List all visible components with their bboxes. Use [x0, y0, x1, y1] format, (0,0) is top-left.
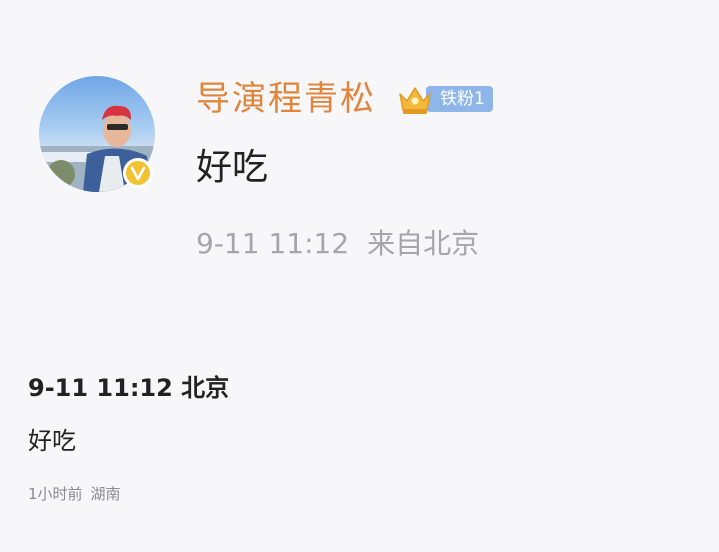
post-time: 9-11 11:12: [196, 227, 350, 260]
user-avatar[interactable]: [39, 76, 155, 192]
record-meta: 1小时前 湖南: [28, 482, 121, 506]
verified-v-icon: [130, 166, 146, 181]
verified-badge: [123, 158, 153, 188]
post-text: 好吃: [196, 147, 269, 188]
record-location: 北京: [181, 374, 230, 402]
record-text: 好吃: [28, 427, 76, 455]
post-meta: 9-11 11:12 来自北京: [196, 225, 479, 263]
fan-badge-label: 铁粉1: [426, 86, 493, 112]
fan-level-badge[interactable]: 铁粉1: [396, 82, 493, 116]
record-ip-location: 湖南: [90, 485, 121, 503]
author-name[interactable]: 导演程青松: [196, 76, 376, 122]
post-source: 来自北京: [367, 227, 480, 260]
crown-icon: [399, 87, 431, 114]
record-time: 9-11 11:12: [28, 374, 173, 402]
record-relative-time: 1小时前: [28, 485, 83, 503]
record-header: 9-11 11:12 北京: [28, 371, 229, 405]
